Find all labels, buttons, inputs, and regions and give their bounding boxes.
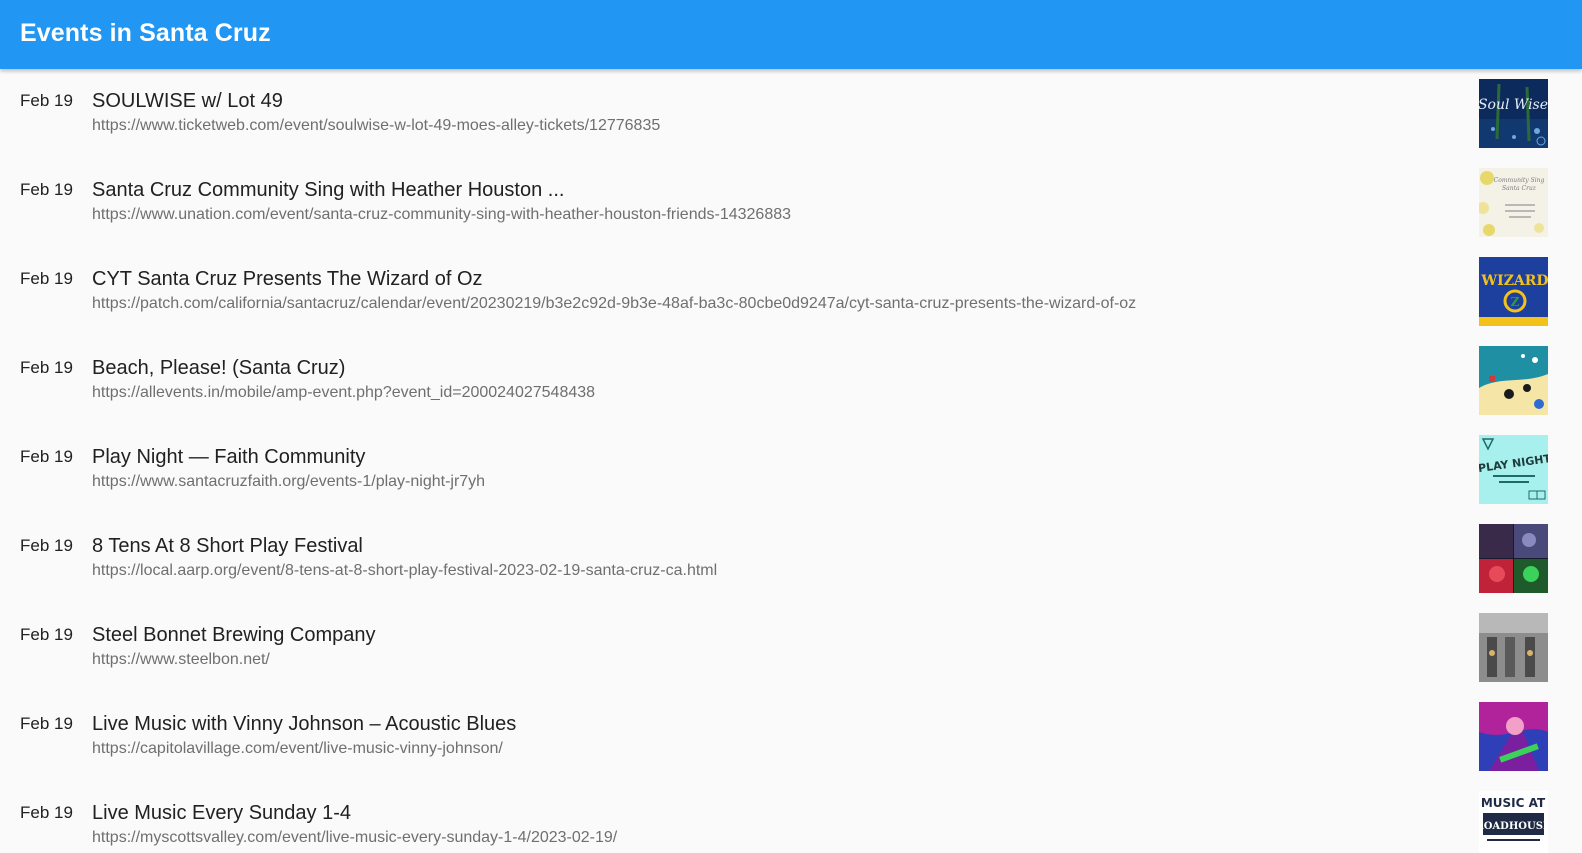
event-date: Feb 19 [20,358,73,377]
event-date: Feb 19 [20,536,73,555]
event-title[interactable]: CYT Santa Cruz Presents The Wizard of Oz [92,268,483,291]
event-date: Feb 19 [20,180,73,199]
event-list[interactable]: Feb 19 SOULWISE w/ Lot 49 https://www.ti… [0,69,1582,853]
event-thumbnail[interactable]: Soul Wise [1479,79,1548,148]
event-url[interactable]: https://www.santacruzfaith.org/events-1/… [92,473,485,491]
app-bar: Events in Santa Cruz [0,0,1582,69]
event-url[interactable]: https://capitolavillage.com/event/live-m… [92,740,503,758]
event-title[interactable]: Santa Cruz Community Sing with Heather H… [92,179,564,202]
list-item[interactable]: Feb 19 Live Music Every Sunday 1-4 https… [0,781,1582,853]
svg-text:MUSIC AT: MUSIC AT [1481,796,1546,810]
event-title[interactable]: Live Music with Vinny Johnson – Acoustic… [92,713,516,736]
svg-text:Z: Z [1511,295,1520,309]
event-date: Feb 19 [20,269,73,288]
event-url[interactable]: https://myscottsvalley.com/event/live-mu… [92,829,617,847]
svg-text:WIZARD: WIZARD [1480,273,1548,289]
svg-text:Santa Cruz: Santa Cruz [1502,185,1537,192]
event-title[interactable]: SOULWISE w/ Lot 49 [92,90,283,113]
event-thumbnail[interactable]: MUSIC AT ROADHOUSE [1479,791,1548,853]
list-item[interactable]: Feb 19 SOULWISE w/ Lot 49 https://www.ti… [0,69,1582,158]
list-item[interactable]: Feb 19 Steel Bonnet Brewing Company http… [0,603,1582,692]
event-date: Feb 19 [20,803,73,822]
event-title[interactable]: Play Night — Faith Community [92,446,365,469]
event-thumbnail[interactable]: WIZARD Z [1479,257,1548,326]
svg-text:Community Sing: Community Sing [1494,177,1545,184]
event-date: Feb 19 [20,714,73,733]
event-url[interactable]: https://www.unation.com/event/santa-cruz… [92,206,791,224]
event-thumbnail[interactable]: Community Sing Santa Cruz [1479,168,1548,237]
event-title[interactable]: Steel Bonnet Brewing Company [92,624,376,647]
list-item[interactable]: Feb 19 Live Music with Vinny Johnson – A… [0,692,1582,781]
list-item[interactable]: Feb 19 Santa Cruz Community Sing with He… [0,158,1582,247]
event-title[interactable]: 8 Tens At 8 Short Play Festival [92,535,363,558]
svg-text:ROADHOUSE: ROADHOUSE [1479,821,1548,832]
event-thumbnail[interactable] [1479,346,1548,415]
event-thumbnail[interactable] [1479,702,1548,771]
event-title[interactable]: Beach, Please! (Santa Cruz) [92,357,345,380]
list-item[interactable]: Feb 19 Beach, Please! (Santa Cruz) https… [0,336,1582,425]
list-item[interactable]: Feb 19 CYT Santa Cruz Presents The Wizar… [0,247,1582,336]
event-thumbnail[interactable] [1479,524,1548,593]
page-title: Events in Santa Cruz [20,19,271,47]
event-url[interactable]: https://local.aarp.org/event/8-tens-at-8… [92,562,717,580]
event-url[interactable]: https://patch.com/california/santacruz/c… [92,295,1136,313]
event-date: Feb 19 [20,625,73,644]
event-date: Feb 19 [20,447,73,466]
event-url[interactable]: https://www.ticketweb.com/event/soulwise… [92,117,660,135]
event-thumbnail[interactable] [1479,613,1548,682]
list-item[interactable]: Feb 19 Play Night — Faith Community http… [0,425,1582,514]
list-item[interactable]: Feb 19 8 Tens At 8 Short Play Festival h… [0,514,1582,603]
event-url[interactable]: https://www.steelbon.net/ [92,651,270,669]
event-date: Feb 19 [20,91,73,110]
event-url[interactable]: https://allevents.in/mobile/amp-event.ph… [92,384,595,402]
event-title[interactable]: Live Music Every Sunday 1-4 [92,802,351,825]
thumb-text: Soul Wise [1479,97,1548,113]
event-thumbnail[interactable]: PLAY NIGHT [1479,435,1548,504]
